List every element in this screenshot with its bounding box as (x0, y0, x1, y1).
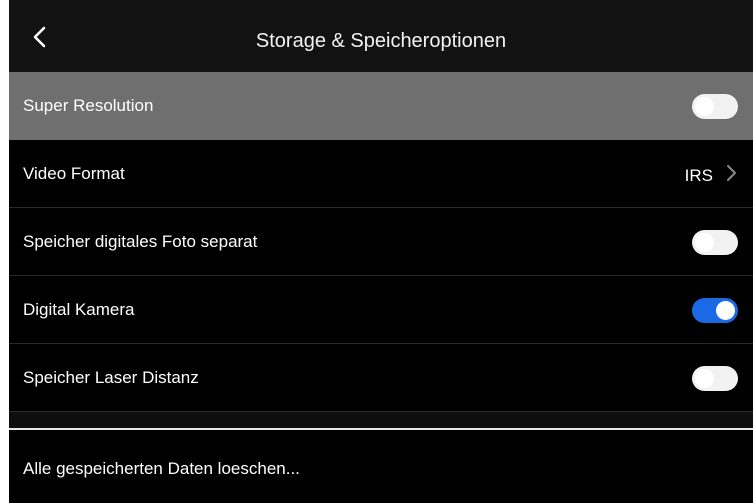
setting-row-super-resolution[interactable]: Super Resolution (9, 72, 753, 140)
settings-screen: Storage & Speicheroptionen Super Resolut… (9, 0, 753, 503)
setting-label: Super Resolution (23, 96, 154, 115)
video-format-selector[interactable]: IRS (685, 164, 737, 187)
setting-label: Speicher digitales Foto separat (23, 232, 258, 251)
toggle-knob (695, 369, 714, 388)
toggle-knob (716, 301, 735, 320)
setting-label: Video Format (23, 164, 125, 183)
setting-label: Speicher Laser Distanz (23, 368, 199, 387)
laser-distance-toggle[interactable] (692, 366, 738, 391)
setting-row-digital-camera[interactable]: Digital Kamera (9, 276, 753, 344)
setting-label: Digital Kamera (23, 300, 135, 319)
setting-row-video-format[interactable]: Video Format IRS (9, 140, 753, 208)
page-title: Storage & Speicheroptionen (255, 30, 507, 52)
settings-list: Super Resolution Video Format IRS Speich… (9, 72, 753, 412)
setting-row-laser-distance[interactable]: Speicher Laser Distanz (9, 344, 753, 412)
toggle-knob (695, 233, 714, 252)
video-format-value: IRS (684, 165, 713, 185)
digital-camera-toggle[interactable] (692, 298, 738, 323)
clear-data-button[interactable]: Alle gespeicherten Daten loeschen... (9, 430, 753, 503)
toggle-knob (695, 97, 714, 116)
header-bar: Storage & Speicheroptionen (9, 0, 753, 72)
chevron-right-icon (725, 164, 737, 187)
clear-data-label: Alle gespeicherten Daten loeschen... (23, 459, 300, 478)
digital-photo-separate-toggle[interactable] (692, 230, 738, 255)
super-resolution-toggle[interactable] (692, 94, 738, 119)
setting-row-digital-photo-separate[interactable]: Speicher digitales Foto separat (9, 208, 753, 276)
